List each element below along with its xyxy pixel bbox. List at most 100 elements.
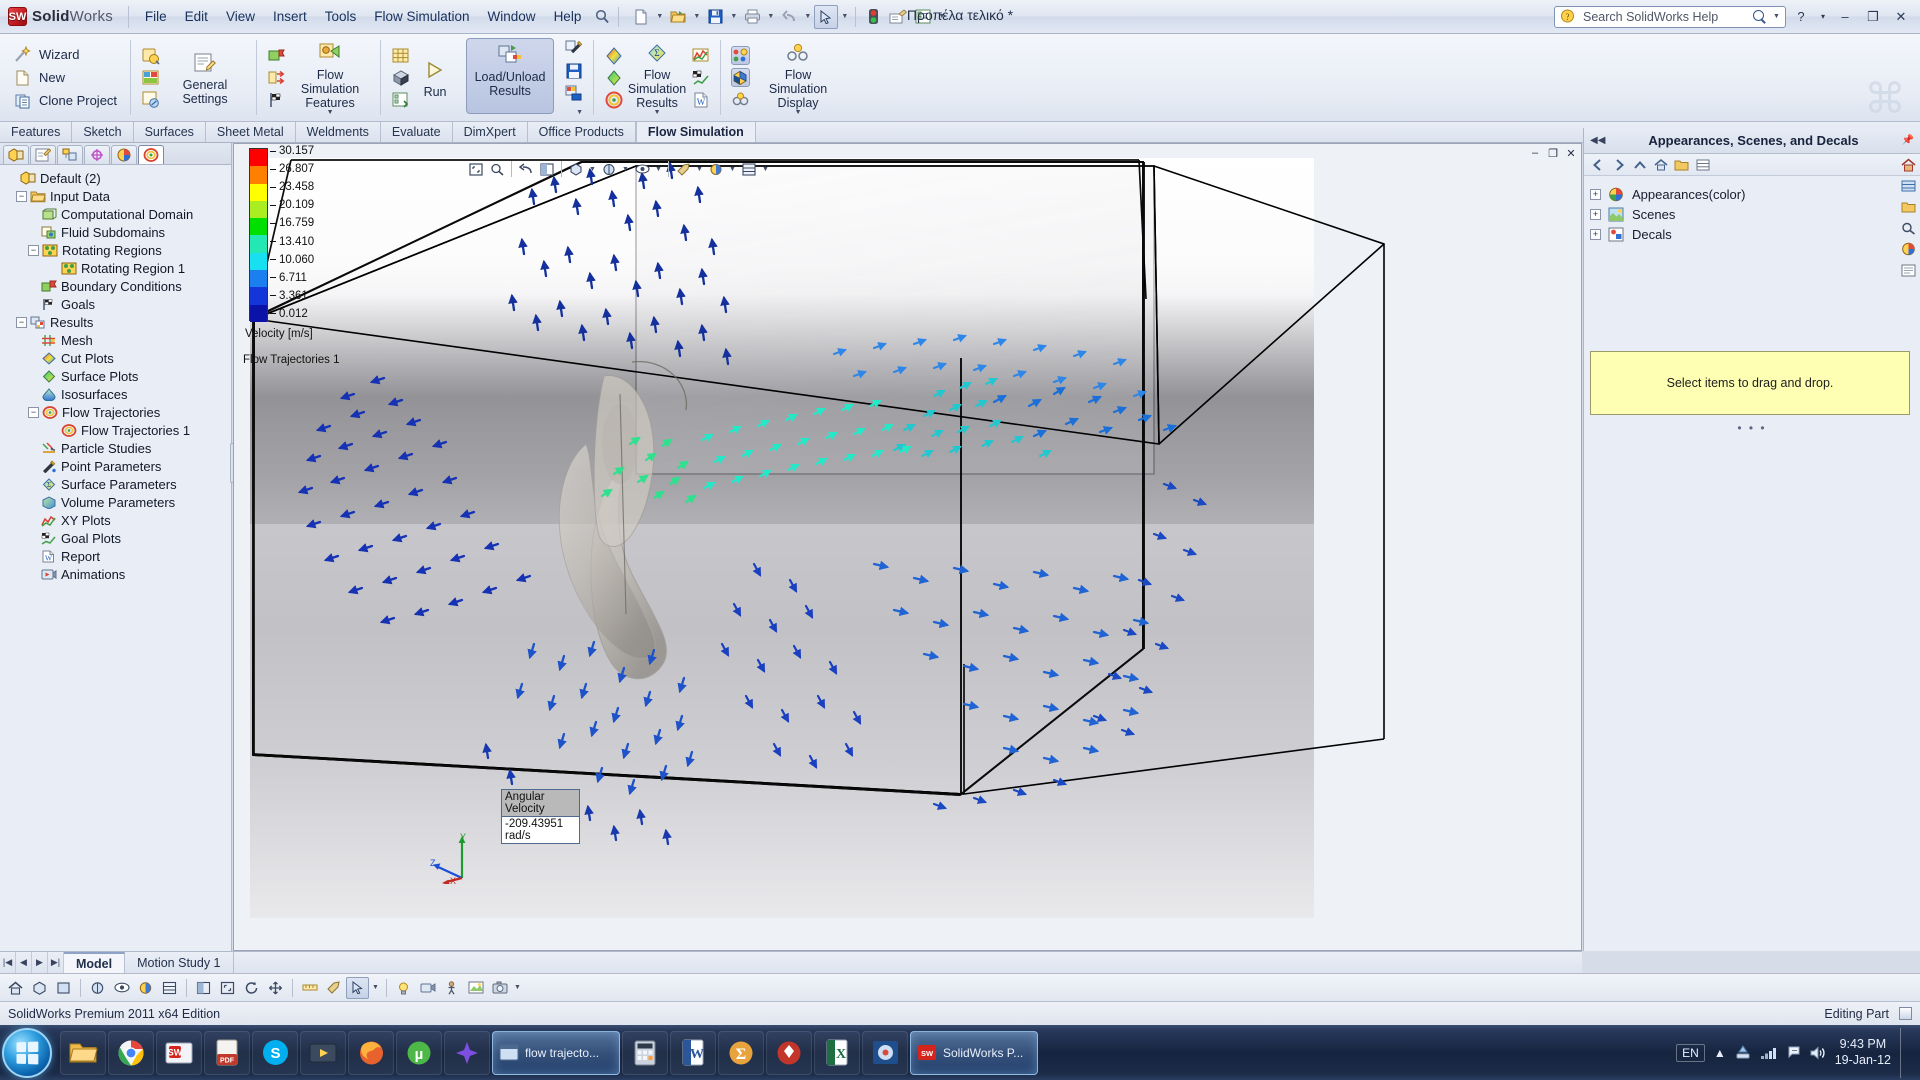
show-desktop-button[interactable] [1900,1027,1910,1078]
property-manager-tab[interactable] [30,145,56,164]
tree-node-animations[interactable]: Animations [6,565,231,583]
mesh-icon[interactable] [391,46,410,65]
tab-model[interactable]: Model [64,952,126,973]
up-folder-icon[interactable] [1630,156,1649,174]
tab-evaluate[interactable]: Evaluate [381,122,453,142]
tree-node-flow-trajectories[interactable]: − Flow Trajectories [6,403,231,421]
new-folder-icon[interactable] [1672,156,1691,174]
new-document-icon[interactable] [629,5,653,29]
hide-show-caret-icon[interactable]: ▼ [653,158,664,180]
save-caret-icon[interactable]: ▼ [728,6,739,28]
menu-view[interactable]: View [217,5,264,28]
taskbar-window-flow-trajectories[interactable]: flow trajecto... [492,1030,620,1075]
search-panel-icon[interactable] [1899,219,1918,237]
search-icon[interactable] [1753,9,1767,24]
results-tools-caret-icon[interactable]: ▼ [574,105,585,119]
panel-splitter-grip[interactable]: • • • [1584,421,1920,435]
chevron-down-icon[interactable]: ▼ [795,109,802,116]
zoom-to-fit-icon[interactable] [466,160,486,179]
tree-node-results[interactable]: − Results [6,313,231,331]
flow-trajectories-icon[interactable] [604,90,623,109]
tab-nav-last-icon[interactable]: ▶| [48,952,64,973]
pin-icon[interactable]: 📌 [1902,135,1914,146]
tab-office-products[interactable]: Office Products [528,122,636,142]
select-cursor-icon[interactable] [346,976,369,999]
tree-toggle-minus-icon[interactable]: − [28,406,39,418]
menu-flow-simulation[interactable]: Flow Simulation [365,5,478,28]
apply-scene-icon[interactable] [706,160,726,179]
section-view-icon[interactable] [537,160,557,179]
undo-icon[interactable] [777,5,801,29]
tree-node-decals[interactable]: + Decals [1590,224,1920,244]
tree-node-default[interactable]: Default (2) [6,169,231,187]
taskbar-calculator[interactable] [622,1030,668,1075]
menu-file[interactable]: File [136,5,176,28]
select-caret-icon[interactable]: ▼ [839,6,850,28]
tray-volume-icon[interactable] [1810,1045,1826,1060]
taskbar-utorrent[interactable]: µ [396,1030,442,1075]
options-icon[interactable] [911,5,935,29]
tree-node-scenes[interactable]: + Scenes [1590,204,1920,224]
units-icon[interactable] [141,68,160,87]
zoom-area-icon[interactable] [487,160,507,179]
menu-help[interactable]: Help [545,5,591,28]
ribbon-flow-simulation-features-button[interactable]: Flow Simulation Features ▼ [288,37,372,119]
file-explorer-icon[interactable] [1899,198,1918,216]
tree-node-goal-plots[interactable]: Goal Plots [6,529,231,547]
section-view-icon[interactable] [192,977,215,999]
tree-toggle-plus-icon[interactable]: + [1590,228,1601,240]
menu-insert[interactable]: Insert [264,5,316,28]
tree-node-particle-studies[interactable]: Particle Studies [6,439,231,457]
goals-icon[interactable] [267,90,286,109]
tab-nav-next-icon[interactable]: ▶ [32,952,48,973]
display-geometry-icon[interactable] [731,68,751,87]
select-cursor-icon[interactable] [814,4,839,29]
display-style-caret-icon[interactable]: ▼ [620,158,631,180]
rotate-view-icon[interactable] [240,977,263,999]
capture-caret-icon[interactable]: ▼ [512,977,523,999]
undo-caret-icon[interactable]: ▼ [802,6,813,28]
print-icon[interactable] [740,5,764,29]
tree-node-rotating-regions[interactable]: − Rotating Regions [6,241,231,259]
hide-show-icon[interactable] [110,977,133,999]
lights-icon[interactable] [392,977,415,999]
ribbon-flow-simulation-display-button[interactable]: Flow Simulation Display ▼ [752,37,844,119]
ribbon-wizard-button[interactable]: Wizard [8,44,122,65]
view-options-icon[interactable] [1693,156,1712,174]
previous-view-icon[interactable] [516,160,536,179]
taskbar-cad[interactable] [862,1030,908,1075]
drag-drop-zone[interactable]: Select items to drag and drop. [1590,351,1910,415]
minimize-button[interactable]: – [1832,6,1858,28]
xy-plot-icon[interactable] [691,46,710,65]
taskbar-solidworks-launcher[interactable]: SW [156,1030,202,1075]
surface-plot-icon[interactable] [604,68,623,87]
start-button[interactable] [2,1027,52,1078]
tab-surfaces[interactable]: Surfaces [134,122,206,142]
camera-icon[interactable] [416,977,439,999]
tab-sheet-metal[interactable]: Sheet Metal [206,122,296,142]
forward-icon[interactable] [1609,156,1628,174]
view-orientation-icon[interactable] [566,160,586,179]
export-results-icon[interactable] [564,83,583,102]
ribbon-new-button[interactable]: New [8,67,122,88]
front-view-icon[interactable] [52,977,75,999]
menu-tools[interactable]: Tools [316,5,366,28]
hide-show-icon[interactable] [632,160,652,179]
tree-node-surface-plots[interactable]: Surface Plots [6,367,231,385]
home-icon[interactable] [4,977,27,999]
scene-caret-icon[interactable]: ▼ [727,158,738,180]
batch-run-icon[interactable] [391,68,410,87]
tab-dimxpert[interactable]: DimXpert [453,122,528,142]
graphics-area[interactable]: 30.157 26.807 23.458 20.109 16.759 13.41… [233,143,1582,951]
tray-language-indicator[interactable]: EN [1676,1043,1705,1062]
solver-icon[interactable] [391,90,410,109]
angular-velocity-annotation[interactable]: Angular Velocity -209.43951 rad/s [501,789,580,844]
tab-motion-study-1[interactable]: Motion Study 1 [125,952,234,973]
tree-node-cut-plots[interactable]: Cut Plots [6,349,231,367]
calculation-control-icon[interactable] [141,90,160,109]
tree-toggle-plus-icon[interactable]: + [1590,188,1601,200]
walkthrough-icon[interactable] [440,977,463,999]
design-library-icon[interactable] [1899,177,1918,195]
appearance-icon[interactable] [322,977,345,999]
boundary-condition-icon[interactable] [267,46,286,65]
